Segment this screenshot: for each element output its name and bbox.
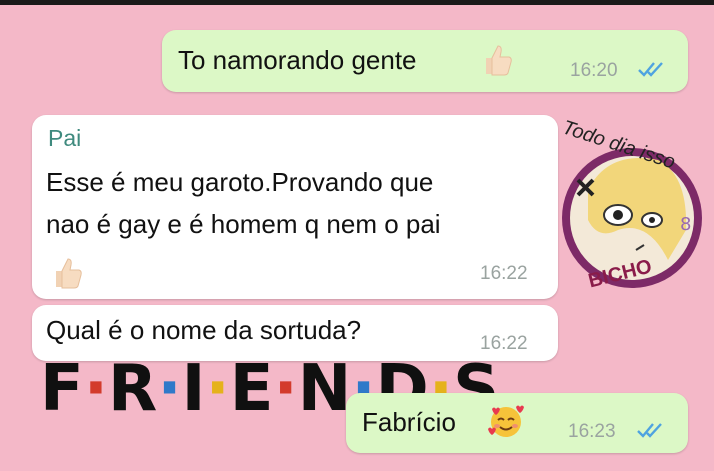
message-text-line-2: nao é gay e é homem q nem o pai [46,209,441,239]
svg-text:8: 8 [680,214,691,235]
message-time: 16:23 [568,421,616,442]
message-bubble-outgoing[interactable]: To namorando gente 16:20 [162,30,688,92]
message-time: 16:22 [480,263,528,284]
message-bubble-outgoing[interactable]: Fabrício 16:23 [346,393,688,453]
read-ticks-icon [637,423,662,438]
message-time: 16:20 [570,60,618,81]
message-bubble-incoming[interactable]: Pai Esse é meu garoto.Provando que nao é… [32,115,558,299]
message-text: To namorando gente [178,45,417,75]
smiling-face-with-hearts-icon [488,405,524,437]
top-bar [0,0,714,5]
message-text-line-1: Esse é meu garoto.Provando que [46,167,434,197]
read-ticks-icon [638,62,663,77]
message-time: 16:22 [480,333,528,354]
sender-name: Pai [48,125,82,151]
message-bubble-incoming[interactable]: Qual é o nome da sortuda? 16:22 [32,305,558,361]
thumbs-up-icon [486,45,512,76]
message-text: Fabrício [362,407,456,437]
thumbs-up-icon [56,258,82,289]
message-text: Qual é o nome da sortuda? [46,315,362,345]
